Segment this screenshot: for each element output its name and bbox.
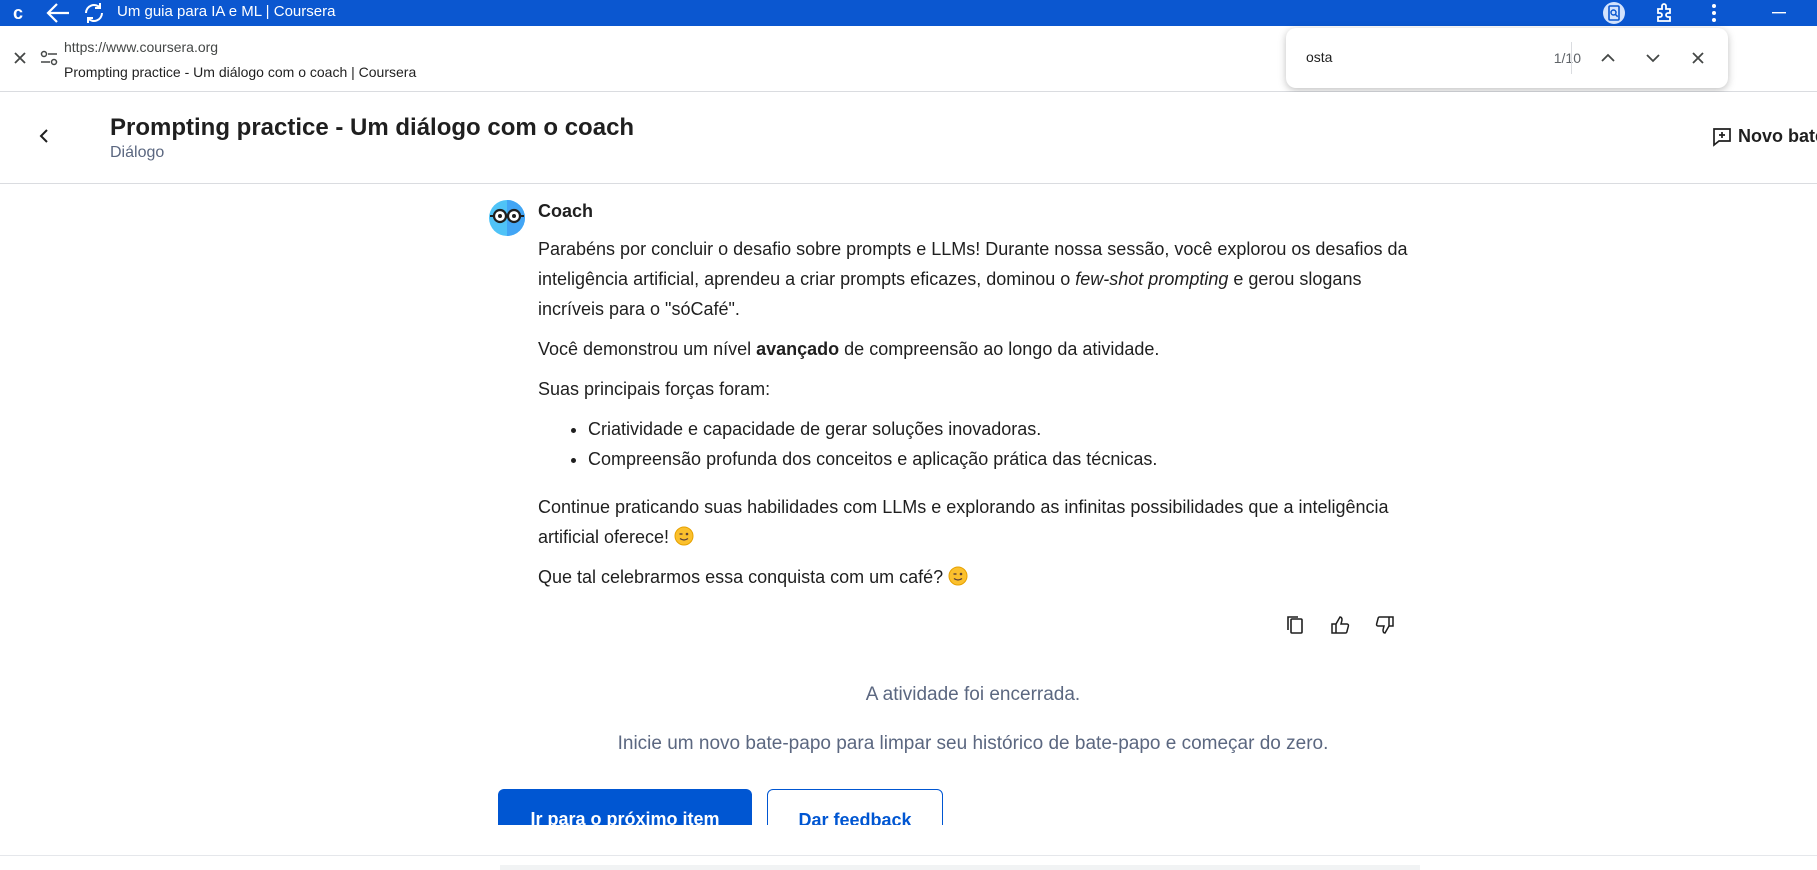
find-input[interactable]: osta — [1306, 49, 1332, 65]
message-paragraph-1: Parabéns por concluir o desafio sobre pr… — [538, 234, 1408, 324]
find-count: 1/10 — [1553, 50, 1581, 66]
wink-emoji-icon — [948, 566, 968, 586]
message-actions — [1284, 614, 1396, 636]
thumbs-up-icon[interactable] — [1329, 614, 1351, 636]
activity-ended-text: A atividade foi encerrada. — [865, 684, 1081, 705]
bottom-divider — [0, 855, 1817, 856]
back-arrow-icon[interactable] — [44, 0, 72, 26]
wink-emoji-icon — [674, 526, 694, 546]
coach-avatar — [488, 199, 526, 237]
bottom-cover — [0, 825, 1817, 870]
activity-subtitle: Diálogo — [110, 144, 165, 161]
reload-icon[interactable] — [81, 0, 107, 26]
find-previous-icon[interactable] — [1596, 46, 1620, 70]
copy-icon[interactable] — [1284, 614, 1306, 636]
find-in-page-icon[interactable] — [1601, 0, 1627, 26]
window-title: Um guia para IA e ML | Coursera — [117, 3, 336, 20]
list-item: Compreensão profunda dos conceitos e apl… — [588, 444, 1408, 474]
page-title-text: Prompting practice - Um diálogo com o co… — [64, 64, 417, 80]
find-close-icon[interactable] — [1686, 46, 1710, 70]
new-chat-label: Novo bate — [1738, 126, 1817, 146]
list-item: Criatividade e capacidade de gerar soluç… — [588, 414, 1408, 444]
message-paragraph-3: Suas principais forças foram: — [538, 379, 771, 399]
find-bar: osta 1/10 — [1286, 28, 1728, 88]
bottom-strip — [500, 865, 1420, 870]
coach-message: Parabéns por concluir o desafio sobre pr… — [538, 234, 1408, 602]
more-vert-icon[interactable] — [1702, 0, 1726, 26]
find-separator — [1571, 42, 1572, 74]
find-next-icon[interactable] — [1641, 46, 1665, 70]
message-strong: avançado — [756, 339, 840, 359]
url-text[interactable]: https://www.coursera.org — [64, 39, 218, 55]
message-sender: Coach — [538, 201, 594, 221]
strengths-list: Criatividade e capacidade de gerar soluç… — [588, 414, 1408, 474]
new-chat-hint-text: Inicie um novo bate-papo para limpar seu… — [617, 733, 1329, 754]
message-text: Você demonstrou um nível — [538, 339, 757, 359]
tab-logo-letter: c — [12, 2, 23, 23]
message-text: Continue praticando suas habilidades com… — [538, 497, 1389, 547]
message-paragraph-5: Que tal celebrarmos essa conquista com u… — [538, 562, 1408, 592]
message-emphasis: few-shot prompting — [1075, 269, 1229, 289]
message-paragraph-4: Continue praticando suas habilidades com… — [538, 492, 1408, 552]
close-icon[interactable] — [12, 50, 28, 71]
back-chevron-icon[interactable] — [36, 126, 52, 151]
minimize-icon[interactable] — [1767, 0, 1791, 26]
site-settings-icon[interactable] — [40, 50, 58, 71]
message-paragraph-2: Você demonstrou um nível avançado de com… — [538, 334, 1408, 364]
new-chat-button[interactable]: Novo bate — [1712, 126, 1817, 147]
extensions-icon[interactable] — [1652, 0, 1678, 26]
tab-logo[interactable]: c — [8, 0, 28, 26]
new-chat-icon — [1713, 127, 1731, 147]
message-text: Que tal celebrarmos essa conquista com u… — [538, 567, 944, 587]
activity-title: Prompting practice - Um diálogo com o co… — [110, 114, 635, 141]
browser-title-bar: c Um guia para IA e ML | Coursera — [0, 0, 1817, 26]
message-text: de compreensão ao longo da atividade. — [839, 339, 1160, 359]
thumbs-down-icon[interactable] — [1374, 614, 1396, 636]
activity-header: Prompting practice - Um diálogo com o co… — [0, 92, 1817, 184]
